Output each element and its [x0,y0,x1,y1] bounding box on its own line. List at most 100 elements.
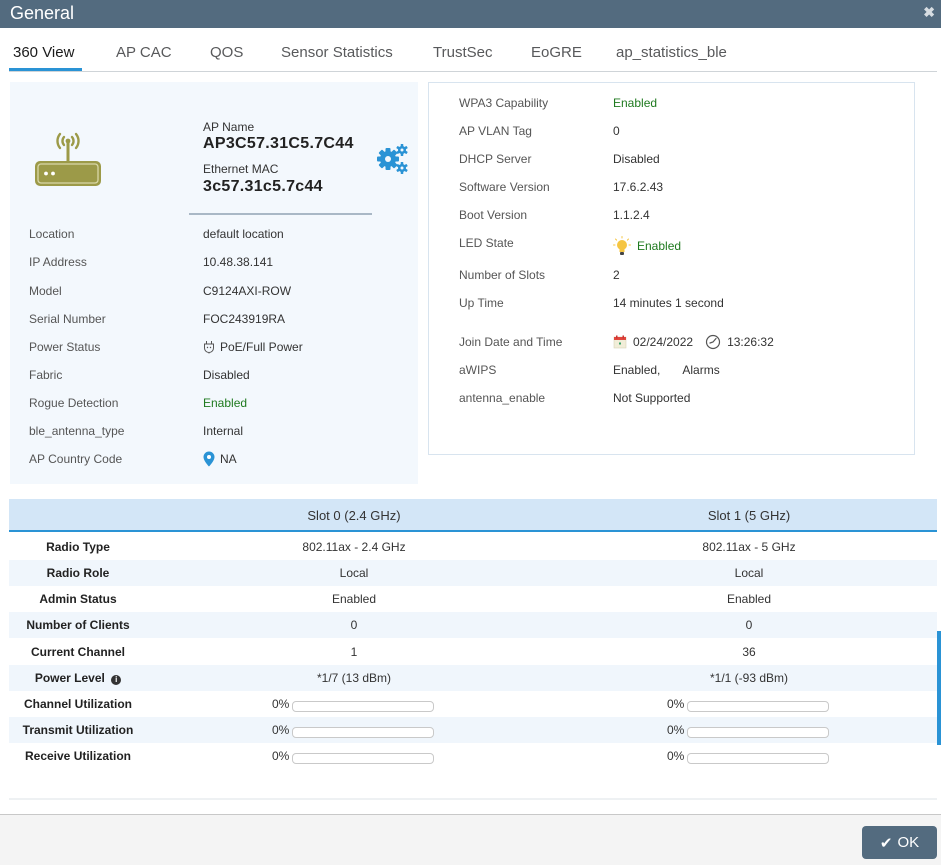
slot-0-value: Local [339,566,369,580]
detail-value: Disabled [203,368,250,382]
utilization-percent: 0% [667,697,685,711]
detail-label: Software Version [459,180,550,194]
row-label: Transmit Utilization [22,723,134,737]
utilization-bar [687,700,830,712]
ap-summary-panel: AP Name AP3C57.31C5.7C44 Ethernet MAC 3c… [10,82,418,484]
detail-label: Number of Slots [459,268,546,282]
ethernet-mac-value: 3c57.31c5.7c44 [203,178,323,195]
slot-1-utilization: 0% [667,717,830,743]
row-label-wrap: Power Level i [9,665,147,691]
tab-ap-statistics-ble[interactable]: ap_statistics_ble [616,44,727,61]
divider [189,213,372,215]
utilization-percent: 0% [272,749,290,763]
table-row: Radio Role Local Local [9,560,937,586]
tab-sensor-statistics[interactable]: Sensor Statistics [281,44,393,61]
row-label: Number of Clients [26,618,130,632]
row-label: Admin Status [39,592,117,606]
detail-label: AP VLAN Tag [459,124,532,138]
active-tab-indicator [9,68,82,71]
table-row: Current Channel 1 36 [9,639,937,665]
detail-label: LED State [459,236,514,250]
slot-0-value: Enabled [331,592,377,606]
slot-1-value: Local [734,566,764,580]
table-row-receive-utilization: Receive Utilization 0% 0% [9,743,937,769]
detail-label: Location [29,227,75,241]
detail-label: Model [29,284,62,298]
ok-button[interactable]: ✔ OK [862,826,937,859]
tab-360-view[interactable]: 360 View [13,44,74,61]
detail-label: Boot Version [459,208,528,222]
table-row-transmit-utilization: Transmit Utilization 0% 0% [9,717,937,743]
utilization-percent: 0% [667,723,685,737]
join-time: 13:26:32 [727,335,774,349]
detail-value: C9124AXI-ROW [203,284,292,298]
tab-qos[interactable]: QOS [210,44,243,61]
detail-value-wrap: Enabled [613,236,681,256]
slot-1-utilization: 0% [667,743,830,769]
table-row: Admin Status Enabled Enabled [9,586,937,612]
detail-value: 17.6.2.43 [613,180,664,194]
detail-value: 10.48.38.141 [203,255,274,269]
detail-label: Fabric [29,368,63,382]
detail-value: 0 [613,124,620,138]
slot-0-value: 1 [350,645,358,659]
info-icon[interactable]: i [111,675,122,685]
detail-value: Not Supported [613,391,691,405]
ap-details-panel: WPA3 Capability Enabled AP VLAN Tag 0 DH… [428,82,915,455]
detail-value: 14 minutes 1 second [613,296,724,310]
ap-name-value: AP3C57.31C5.7C44 [203,135,354,152]
slot-1-utilization: 0% [667,691,830,717]
status-enabled: Enabled [613,96,658,110]
detail-value-wrap: Enabled, Alarms [613,361,720,379]
detail-label: Join Date and Time [459,335,563,349]
scrollbar-thumb[interactable] [937,631,941,745]
close-icon[interactable]: ✖ [923,4,935,21]
ethernet-mac-label: Ethernet MAC [203,162,279,176]
map-pin-icon [203,451,215,467]
utilization-bar [292,726,435,738]
detail-label: WPA3 Capability [459,96,549,110]
status-enabled: Enabled [637,239,682,253]
table-bottom-shadow [9,798,937,800]
status-enabled: Enabled [203,396,248,410]
utilization-bar [292,700,435,712]
slot-1-value: 36 [742,645,756,659]
detail-label: Power Status [29,340,101,354]
detail-value-wrap: 02/24/2022 13:26:32 [613,333,774,351]
tab-ap-cac[interactable]: AP CAC [116,44,172,61]
detail-value: Disabled [613,152,660,166]
slot-1-header: Slot 1 (5 GHz) [707,508,791,523]
detail-value: PoE/Full Power [220,340,303,354]
plug-icon [204,341,214,354]
detail-label: aWIPS [459,363,497,377]
slot-0-value: 802.11ax - 2.4 GHz [302,540,406,554]
slot-0-utilization: 0% [272,691,435,717]
awips-alarms: Alarms [682,363,720,377]
detail-label: Up Time [459,296,504,310]
awips-status: Enabled, [613,363,661,377]
utilization-bar [687,752,830,764]
tab-trustsec[interactable]: TrustSec [433,44,492,61]
dialog-titlebar: General ✖ [0,0,941,28]
detail-value: NA [220,452,237,466]
detail-label: Serial Number [29,312,106,326]
gears-icon[interactable] [376,143,410,177]
detail-value: Internal [203,424,244,438]
calendar-icon [613,335,627,349]
detail-value-wrap: PoE/Full Power [203,338,303,356]
row-label: Channel Utilization [24,697,132,711]
detail-value-wrap: NA [203,450,237,468]
utilization-percent: 0% [272,723,290,737]
row-label: Radio Type [46,540,110,554]
row-label: Radio Role [46,566,110,580]
dialog-footer: ✔ OK [0,814,941,865]
detail-label: AP Country Code [29,452,123,466]
detail-value: default location [203,227,284,241]
lightbulb-icon [613,236,631,255]
slot-table-header: Slot 0 (2.4 GHz) Slot 1 (5 GHz) [9,499,937,532]
detail-value: 1.1.2.4 [613,208,650,222]
clock-icon [705,334,721,350]
tab-eogre[interactable]: EoGRE [531,44,582,61]
slot-1-value: *1/1 (-93 dBm) [709,671,789,685]
detail-label: antenna_enable [459,391,546,405]
